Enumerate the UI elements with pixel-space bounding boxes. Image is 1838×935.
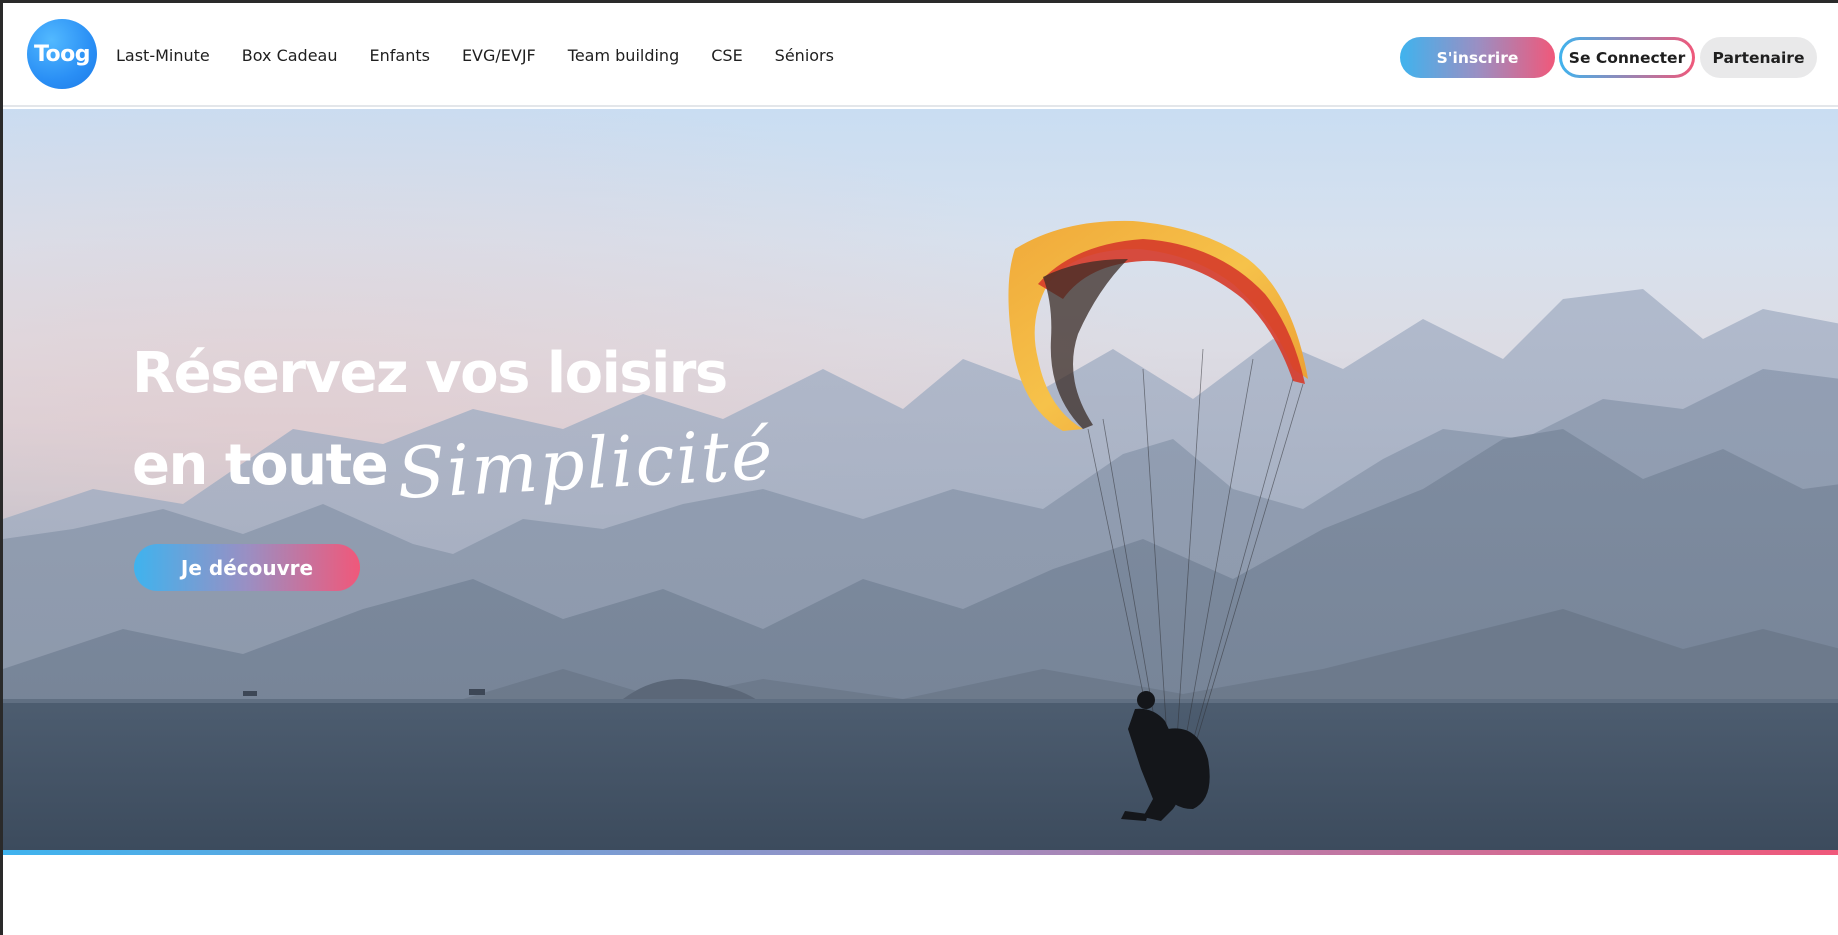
partner-button[interactable]: Partenaire (1700, 37, 1817, 78)
signup-button[interactable]: S'inscrire (1400, 37, 1555, 78)
nav-item-team-building[interactable]: Team building (568, 46, 679, 65)
toog-logo[interactable]: Toog (27, 19, 97, 89)
site-header: Toog Last-Minute Box Cadeau Enfants EVG/… (3, 3, 1838, 107)
logo-text: Toog (33, 41, 91, 67)
gradient-divider (3, 850, 1838, 855)
browser-viewport: Toog Last-Minute Box Cadeau Enfants EVG/… (0, 0, 1838, 935)
main-nav: Last-Minute Box Cadeau Enfants EVG/EVJF … (116, 3, 866, 107)
hero-title-line1: Réservez vos loisirs (132, 341, 728, 406)
login-button[interactable]: Se Connecter (1559, 37, 1695, 78)
discover-button[interactable]: Je découvre (134, 544, 360, 591)
nav-item-seniors[interactable]: Séniors (775, 46, 834, 65)
nav-item-last-minute[interactable]: Last-Minute (116, 46, 210, 65)
hero-title-script: Simplicité (395, 413, 777, 515)
hero-title: Réservez vos loisirs en toute Simplicité (132, 329, 777, 515)
hero-title-line2-wrap: en toute Simplicité (132, 413, 777, 515)
nav-item-enfants[interactable]: Enfants (370, 46, 430, 65)
nav-item-box-cadeau[interactable]: Box Cadeau (242, 46, 338, 65)
hero-title-line2: en toute (132, 433, 389, 498)
nav-item-cse[interactable]: CSE (711, 46, 742, 65)
nav-item-evg-evjf[interactable]: EVG/EVJF (462, 46, 536, 65)
hero-banner: Réservez vos loisirs en toute Simplicité … (3, 109, 1838, 850)
